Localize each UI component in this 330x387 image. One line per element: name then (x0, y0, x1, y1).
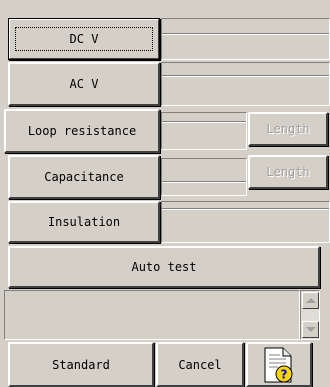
auto-test-button[interactable]: Auto test (8, 246, 320, 288)
arrow-up-icon (305, 298, 316, 303)
capacitance-readout (161, 158, 247, 196)
insulation-button[interactable]: Insulation (8, 201, 160, 243)
arrow-down-icon (305, 327, 316, 332)
capacitance-button[interactable]: Capacitance (8, 155, 160, 199)
document-help-icon: ? (264, 347, 293, 382)
ac-v-label: AC V (69, 77, 99, 91)
standard-button[interactable]: Standard (8, 342, 154, 387)
cancel-button[interactable]: Cancel (156, 342, 244, 387)
scroll-down-button[interactable] (302, 321, 319, 338)
ac-v-readout (161, 62, 330, 106)
standard-label: Standard (52, 357, 110, 372)
loop-resistance-readout (161, 112, 247, 150)
dc-v-label: DC V (15, 27, 153, 51)
cancel-label: Cancel (178, 357, 222, 372)
scroll-up-button[interactable] (302, 292, 319, 309)
dc-v-readout (161, 18, 330, 60)
capacitance-label: Capacitance (44, 170, 124, 184)
insulation-label: Insulation (47, 215, 121, 229)
capacitance-length-button[interactable]: Length (248, 155, 328, 189)
loop-resistance-label: Loop resistance (27, 124, 137, 138)
ac-v-button[interactable]: AC V (8, 62, 160, 106)
svg-text:?: ? (281, 367, 288, 381)
message-area (4, 290, 300, 340)
loop-length-label: Length (266, 122, 310, 136)
capacitance-length-label: Length (266, 165, 310, 179)
vertical-scrollbar[interactable] (300, 290, 320, 340)
insulation-readout (161, 201, 330, 243)
help-button[interactable]: ? (246, 342, 312, 387)
loop-length-button[interactable]: Length (248, 112, 328, 146)
dc-v-button[interactable]: DC V (8, 18, 160, 60)
auto-test-label: Auto test (131, 260, 197, 274)
loop-resistance-button[interactable]: Loop resistance (4, 109, 160, 153)
